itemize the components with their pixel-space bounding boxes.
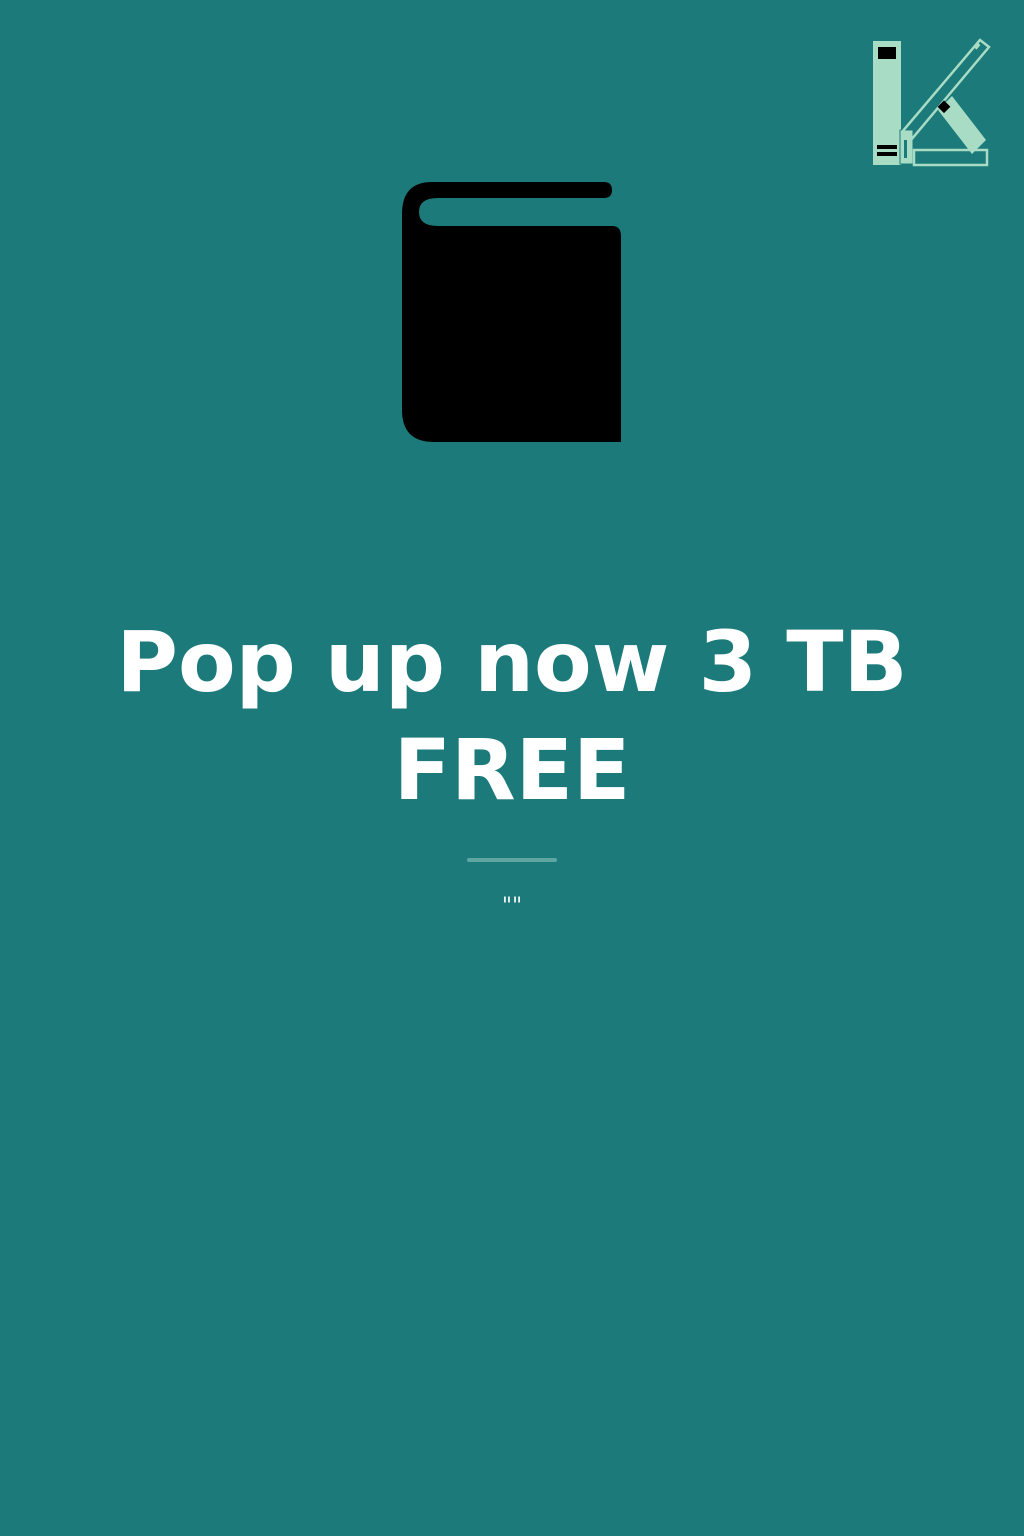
page-title: Pop up now 3 TB FREE	[116, 613, 908, 819]
title-divider	[467, 858, 557, 862]
library-k-logo-icon	[873, 38, 991, 167]
book-icon	[402, 182, 621, 442]
subtitle: ""	[501, 894, 523, 919]
